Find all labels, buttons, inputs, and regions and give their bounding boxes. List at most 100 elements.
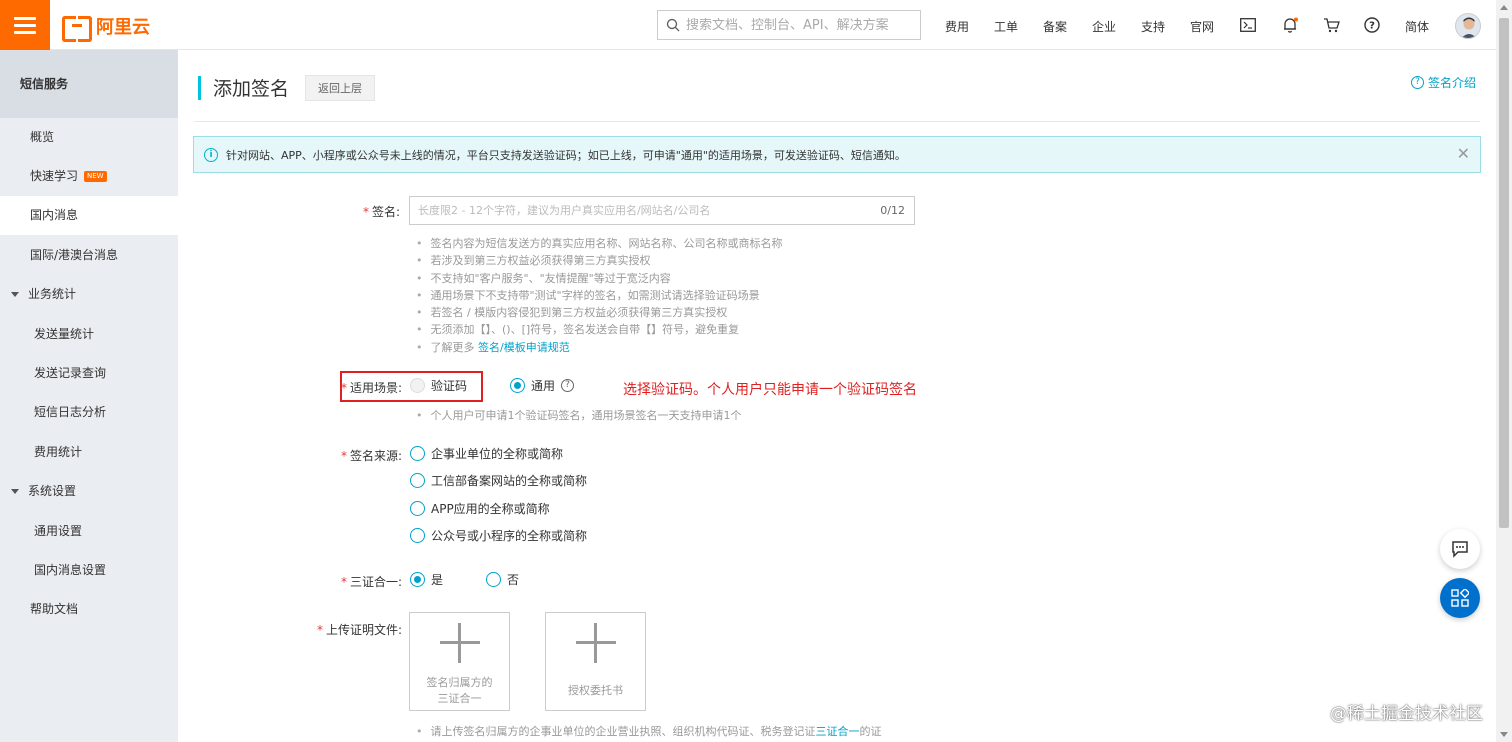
terminal-icon[interactable] (1238, 15, 1258, 35)
sidebar-group-settings[interactable]: 系统设置 (0, 472, 178, 511)
sidebar-item-general-settings[interactable]: 通用设置 (0, 512, 178, 551)
source-option-enterprise[interactable]: 企事业单位的全称或简称 (410, 445, 563, 462)
three-in-one-no[interactable]: 否 (486, 571, 519, 588)
question-circle-icon: ? (1410, 76, 1424, 89)
apps-button[interactable] (1440, 578, 1480, 618)
nav-enterprise[interactable]: 企业 (1092, 18, 1116, 35)
sidebar-item-label: 国内消息 (30, 208, 79, 222)
search-box[interactable] (657, 10, 921, 40)
scenario-option-general[interactable]: 通用 ? (510, 377, 575, 394)
bell-icon[interactable] (1280, 15, 1300, 35)
scrollbar-thumb[interactable] (1499, 18, 1509, 528)
radio-dot (486, 572, 501, 587)
sidebar-item-label: 通用设置 (34, 524, 83, 538)
sidebar-item-label: 帮助文档 (30, 602, 79, 616)
radio-dot (410, 528, 425, 543)
hint-item: 签名内容为短信发送方的真实应用名称、网站名称、公司名称或商标名称 (416, 235, 783, 252)
nav-fee[interactable]: 费用 (945, 18, 969, 35)
hamburger-menu-icon[interactable] (0, 0, 50, 50)
scenario-option-verify-code[interactable]: 验证码 (410, 377, 467, 394)
signature-hints: 签名内容为短信发送方的真实应用名称、网站名称、公司名称或商标名称 若涉及到第三方… (416, 235, 783, 356)
source-option-app[interactable]: APP应用的全称或简称 (410, 500, 550, 517)
signature-field[interactable]: 0/12 (409, 196, 915, 225)
nav-support[interactable]: 支持 (1141, 18, 1165, 35)
sidebar-item-help-docs[interactable]: 帮助文档 (0, 590, 178, 629)
nav-ticket[interactable]: 工单 (994, 18, 1018, 35)
search-icon (666, 18, 680, 32)
sidebar-item-label: 短信日志分析 (34, 405, 107, 419)
close-icon[interactable]: ✕ (1457, 144, 1470, 163)
sidebar-item-domestic[interactable]: 国内消息 (0, 196, 178, 235)
upload-hint: 请上传签名归属方的企事业单位的企业营业执照、组织机构代码证、税务登记证三证合一的… (416, 723, 882, 740)
svg-text:?: ? (1369, 21, 1375, 32)
radio-dot (510, 378, 525, 393)
page-title: 添加签名 (213, 78, 290, 100)
sidebar-item-label: 概览 (30, 130, 55, 144)
three-in-one-link[interactable]: 三证合一 (816, 725, 860, 738)
radio-dot (410, 446, 425, 461)
sidebar-item-label: 业务统计 (28, 287, 77, 301)
char-counter: 0/12 (880, 204, 905, 217)
nav-icp[interactable]: 备案 (1043, 18, 1067, 35)
scroll-down-icon[interactable] (1500, 732, 1508, 737)
logo-text: 阿里云 (96, 17, 150, 38)
spec-link[interactable]: 签名/模板申请规范 (478, 341, 570, 354)
radio-dot (410, 378, 425, 393)
sidebar-title: 短信服务 (0, 50, 178, 118)
signature-intro-link[interactable]: ? 签名介绍 (1410, 74, 1476, 91)
sidebar-item-label: 发送量统计 (34, 327, 95, 341)
info-icon: i (204, 147, 218, 162)
language-switch[interactable]: 简体 (1405, 18, 1429, 35)
sidebar-item-send-records[interactable]: 发送记录查询 (0, 354, 178, 393)
sidebar-item-international[interactable]: 国际/港澳台消息 (0, 236, 178, 275)
top-bar: 阿里云 费用 工单 备案 企业 支持 官网 ? 简体 (0, 0, 1496, 50)
upload-label-text: 签名归属方的 三证合一 (426, 676, 493, 705)
feedback-chat-button[interactable] (1440, 529, 1480, 569)
hint-item: 不支持如"客户服务"、"友情提醒"等过于宽泛内容 (416, 270, 783, 287)
plus-icon (546, 613, 645, 673)
sidebar-item-label: 费用统计 (34, 445, 83, 459)
three-in-one-label: * 三证合一: (341, 575, 403, 589)
new-badge: NEW (84, 171, 107, 182)
sidebar-item-overview[interactable]: 概览 (0, 118, 178, 157)
signature-input[interactable] (410, 204, 881, 217)
caret-down-icon (11, 489, 19, 494)
back-button[interactable]: 返回上层 (305, 74, 376, 101)
user-avatar[interactable] (1455, 13, 1481, 39)
annotation-text: 选择验证码。个人用户只能申请一个验证码签名 (623, 382, 917, 398)
notice-text: 针对网站、APP、小程序或公众号未上线的情况，平台只支持发送验证码；如已上线，可… (226, 148, 906, 162)
radio-dot (410, 473, 425, 488)
sidebar-item-label: 国内消息设置 (34, 563, 107, 577)
scenario-hint: 个人用户可申请1个验证码签名，通用场景签名一天支持申请1个 (416, 407, 742, 424)
sidebar-group-stats[interactable]: 业务统计 (0, 275, 178, 314)
source-label: * 签名来源: (341, 449, 403, 463)
source-option-mp[interactable]: 公众号或小程序的全称或简称 (410, 527, 587, 544)
three-in-one-yes[interactable]: 是 (410, 571, 443, 588)
search-input[interactable] (686, 17, 916, 33)
radio-dot (410, 501, 425, 516)
apps-grid-icon (1451, 589, 1469, 607)
hint-item: 无须添加【】、()、[]符号，签名发送会自带【】符号，避免重复 (416, 321, 783, 338)
help-icon[interactable]: ? (1362, 15, 1382, 35)
upload-three-in-one[interactable]: 签名归属方的 三证合一 (409, 612, 510, 711)
question-circle-icon[interactable]: ? (561, 379, 575, 392)
page-scrollbar[interactable] (1496, 0, 1512, 742)
cart-icon[interactable] (1321, 15, 1341, 35)
sidebar-item-send-stats[interactable]: 发送量统计 (0, 315, 178, 354)
sidebar-item-log-analysis[interactable]: 短信日志分析 (0, 393, 178, 432)
radio-dot (410, 572, 425, 587)
chat-icon (1452, 541, 1468, 558)
nav-website[interactable]: 官网 (1190, 18, 1214, 35)
sidebar-item-domestic-settings[interactable]: 国内消息设置 (0, 551, 178, 590)
watermark: @稀土掘金技术社区 (1330, 704, 1483, 724)
sidebar-item-quick-learn[interactable]: 快速学习 NEW (0, 157, 178, 196)
aliyun-logo[interactable]: 阿里云 (62, 13, 150, 42)
sidebar: 短信服务 概览 快速学习 NEW 国内消息 国际/港澳台消息 业务统计 发送量统计… (0, 50, 178, 742)
upload-authorization[interactable]: 授权委托书 (545, 612, 646, 711)
hint-item: 通用场景下不支持带"测试"字样的签名，如需测试请选择验证码场景 (416, 287, 783, 304)
source-option-icp-website[interactable]: 工信部备案网站的全称或简称 (410, 472, 587, 489)
scroll-up-icon[interactable] (1500, 5, 1508, 10)
sidebar-item-label: 快速学习 (30, 169, 79, 183)
sidebar-item-label: 发送记录查询 (34, 366, 107, 380)
sidebar-item-fee-stats[interactable]: 费用统计 (0, 433, 178, 472)
